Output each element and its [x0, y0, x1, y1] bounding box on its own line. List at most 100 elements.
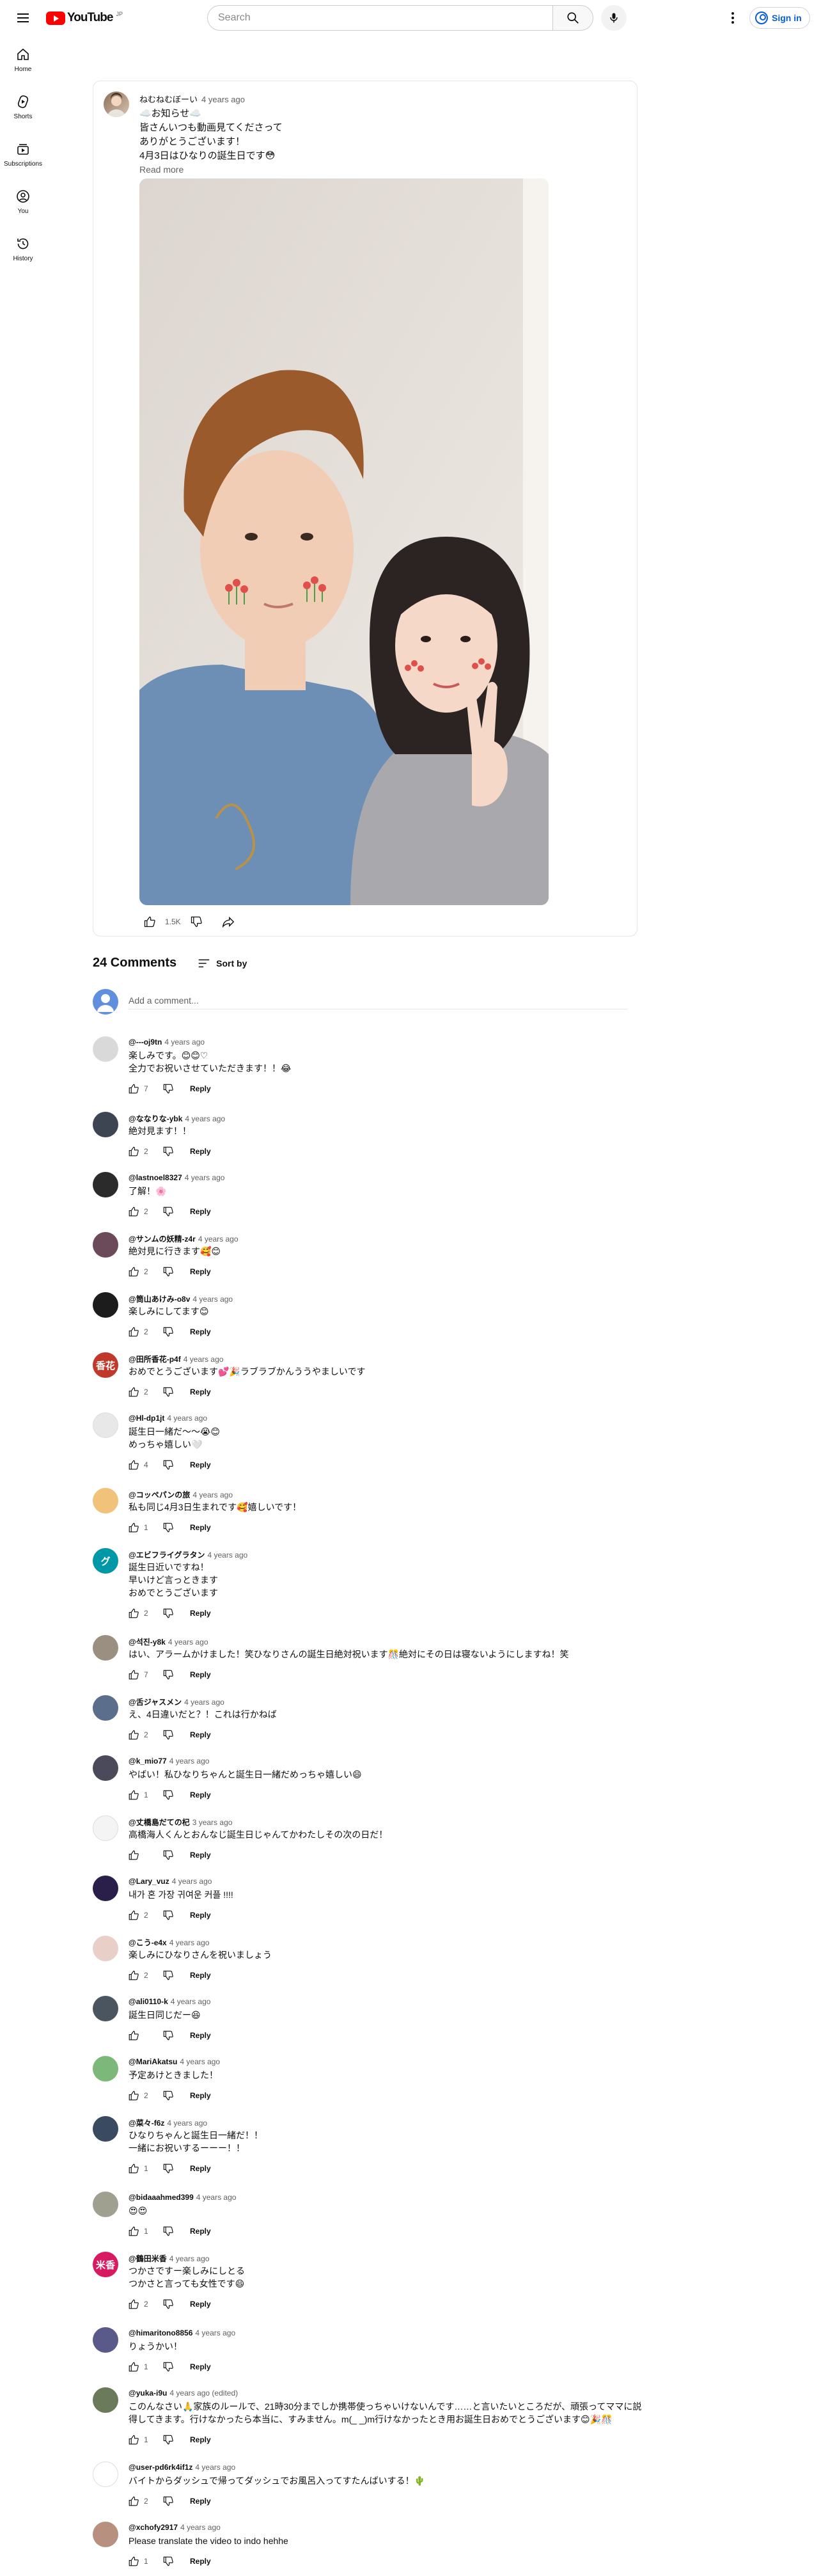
- comment-like-button[interactable]: [123, 2357, 144, 2377]
- comment-avatar[interactable]: [93, 2522, 118, 2547]
- comment-dislike-button[interactable]: [158, 1664, 178, 1685]
- comment-avatar[interactable]: [93, 1232, 118, 1258]
- comment-avatar[interactable]: 米香: [93, 2252, 118, 2277]
- comment-time[interactable]: 4 years ago: [184, 1698, 224, 1707]
- comment-dislike-button[interactable]: [158, 1079, 178, 1099]
- comment-author[interactable]: @Lary_vuz: [129, 1877, 169, 1886]
- sidebar-item-home[interactable]: Home: [0, 36, 46, 83]
- comment-dislike-button[interactable]: [158, 1603, 178, 1624]
- share-button[interactable]: [218, 912, 238, 932]
- reply-button[interactable]: Reply: [185, 2160, 216, 2177]
- post-author-name[interactable]: ねむねむぼーい: [139, 95, 198, 104]
- comment-author[interactable]: @ななりな-ybk: [129, 1114, 182, 1123]
- comment-author[interactable]: @bidaaahmed399: [129, 2193, 194, 2202]
- comment-time[interactable]: 4 years ago: [180, 2523, 221, 2532]
- comment-dislike-button[interactable]: [158, 1725, 178, 1745]
- comment-avatar[interactable]: [93, 2461, 118, 2487]
- comment-dislike-button[interactable]: [158, 2294, 178, 2314]
- youtube-logo[interactable]: YouTube JP: [46, 11, 123, 25]
- comment-dislike-button[interactable]: [158, 1141, 178, 1162]
- settings-more-icon[interactable]: [721, 6, 744, 29]
- comment-dislike-button[interactable]: [158, 2085, 178, 2106]
- comment-dislike-button[interactable]: [158, 1905, 178, 1925]
- reply-button[interactable]: Reply: [185, 2223, 216, 2240]
- comment-avatar[interactable]: [93, 1172, 118, 1197]
- comment-author[interactable]: @Hl-dp1jt: [129, 1414, 164, 1423]
- reply-button[interactable]: Reply: [185, 1907, 216, 1924]
- reply-button[interactable]: Reply: [185, 2431, 216, 2448]
- comment-author[interactable]: @yuka-i9u: [129, 2389, 167, 2398]
- comment-time[interactable]: 4 years ago: [169, 1757, 210, 1766]
- comment-like-button[interactable]: [123, 1603, 144, 1624]
- comment-dislike-button[interactable]: [158, 2430, 178, 2450]
- comment-like-button[interactable]: [123, 1965, 144, 1986]
- comment-author[interactable]: @こう-e4x: [129, 1938, 167, 1947]
- comment-time[interactable]: 4 years ago: [164, 1038, 205, 1047]
- comment-like-button[interactable]: [123, 1905, 144, 1925]
- comment-time[interactable]: 4 years ago: [198, 1235, 238, 1244]
- voice-search-button[interactable]: [601, 5, 627, 31]
- comment-avatar[interactable]: グ: [93, 1548, 118, 1574]
- comment-time[interactable]: 4 years ago: [195, 2328, 235, 2337]
- comment-author[interactable]: @himaritono8856: [129, 2328, 192, 2337]
- comment-avatar[interactable]: [93, 2056, 118, 2082]
- comment-author[interactable]: @丈橋島だての杞: [129, 1818, 190, 1827]
- comment-dislike-button[interactable]: [158, 1201, 178, 1222]
- comment-time[interactable]: 3 years ago: [192, 1818, 233, 1827]
- sort-by-button[interactable]: Sort by: [197, 956, 247, 970]
- comment-dislike-button[interactable]: [158, 2551, 178, 2572]
- comment-time[interactable]: 4 years ago: [167, 1414, 207, 1423]
- sidebar-item-shorts[interactable]: Shorts: [0, 83, 46, 130]
- comment-time[interactable]: 4 years ago: [167, 2119, 207, 2128]
- comment-time[interactable]: 4 years ago: [192, 1490, 233, 1499]
- comment-author[interactable]: @舌ジャスメン: [129, 1698, 182, 1707]
- comment-like-button[interactable]: [123, 1664, 144, 1685]
- reply-button[interactable]: Reply: [185, 1666, 216, 1683]
- comment-time[interactable]: 4 years ago (edited): [169, 2389, 238, 2398]
- sidebar-item-you[interactable]: You: [0, 178, 46, 225]
- reply-button[interactable]: Reply: [185, 1263, 216, 1280]
- comment-like-button[interactable]: [123, 1845, 144, 1865]
- reply-button[interactable]: Reply: [185, 1847, 216, 1863]
- comment-like-button[interactable]: [123, 1261, 144, 1282]
- comment-avatar[interactable]: [93, 1635, 118, 1661]
- comment-time[interactable]: 4 years ago: [172, 1877, 212, 1886]
- search-button[interactable]: [552, 5, 593, 31]
- comment-dislike-button[interactable]: [158, 1517, 178, 1538]
- comment-like-button[interactable]: [123, 1141, 144, 1162]
- comment-time[interactable]: 4 years ago: [185, 1114, 225, 1123]
- comment-like-button[interactable]: [123, 2025, 144, 2046]
- reply-button[interactable]: Reply: [185, 1967, 216, 1984]
- comment-author[interactable]: @コッペパンの旅: [129, 1490, 190, 1499]
- dislike-button[interactable]: [186, 912, 207, 932]
- sidebar-item-subscriptions[interactable]: Subscriptions: [0, 130, 46, 178]
- comment-time[interactable]: 4 years ago: [168, 1638, 208, 1647]
- comment-like-button[interactable]: [123, 1382, 144, 1402]
- comment-author[interactable]: @エビフライグラタン: [129, 1551, 205, 1560]
- comment-avatar[interactable]: 香花: [93, 1352, 118, 1378]
- comment-like-button[interactable]: [123, 1725, 144, 1745]
- comment-author[interactable]: @석진-y8k: [129, 1638, 166, 1647]
- comment-time[interactable]: 4 years ago: [196, 2193, 237, 2202]
- comment-author[interactable]: @lastnoel8327: [129, 1173, 182, 1182]
- comment-dislike-button[interactable]: [158, 2357, 178, 2377]
- comment-dislike-button[interactable]: [158, 1845, 178, 1865]
- reply-button[interactable]: Reply: [185, 1203, 216, 1220]
- comment-avatar[interactable]: [93, 2387, 118, 2413]
- reply-button[interactable]: Reply: [185, 2493, 216, 2509]
- comment-avatar[interactable]: [93, 2327, 118, 2353]
- comment-avatar[interactable]: [93, 2192, 118, 2217]
- comment-author[interactable]: @---oj9tn: [129, 1038, 162, 1047]
- comment-author[interactable]: @田所香花-p4f: [129, 1355, 181, 1364]
- reply-button[interactable]: Reply: [185, 1384, 216, 1400]
- comment-time[interactable]: 4 years ago: [180, 2057, 220, 2066]
- comment-like-button[interactable]: [123, 1455, 144, 1475]
- comment-like-button[interactable]: [123, 2221, 144, 2241]
- comment-like-button[interactable]: [123, 2294, 144, 2314]
- comment-author[interactable]: @MariAkatsu: [129, 2057, 177, 2066]
- comment-author[interactable]: @k_mio77: [129, 1757, 167, 1766]
- reply-button[interactable]: Reply: [185, 2087, 216, 2104]
- comment-avatar[interactable]: [93, 1755, 118, 1781]
- reply-button[interactable]: Reply: [185, 2296, 216, 2312]
- comment-time[interactable]: 4 years ago: [207, 1551, 247, 1560]
